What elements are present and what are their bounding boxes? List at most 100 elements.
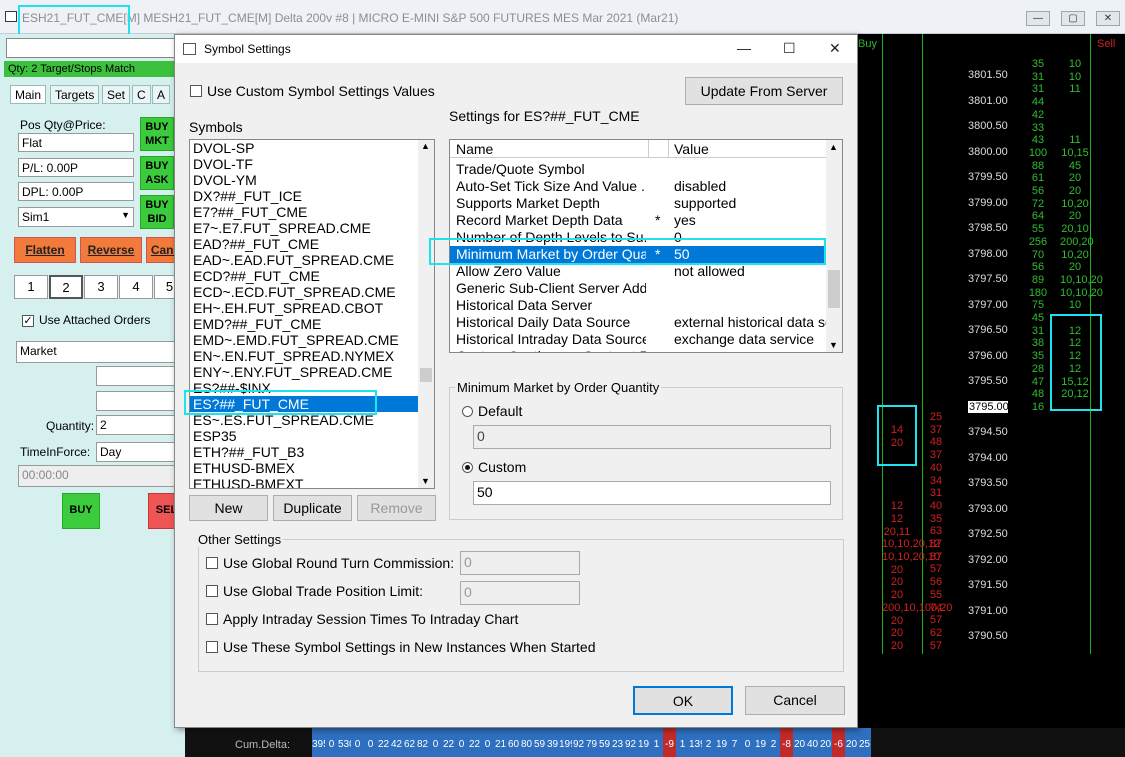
symbol-list-item[interactable]: ES~.ES.FUT_SPREAD.CME (190, 412, 434, 428)
tab-main[interactable]: Main (10, 85, 47, 104)
symbol-list-item[interactable]: EN~.EN.FUT_SPREAD.NYMEX (190, 348, 434, 364)
price-level[interactable]: 3797.50 (968, 273, 1008, 285)
default-value-field[interactable]: 0 (473, 425, 831, 449)
chevron-up-icon[interactable]: ▲ (829, 142, 838, 152)
price-level[interactable]: 3794.00 (968, 452, 1008, 464)
price-level[interactable]: 3793.00 (968, 503, 1008, 515)
settings-row[interactable]: Custom Continuous Contract R... (450, 348, 828, 352)
buy-ask-button[interactable]: BUY ASK (140, 156, 174, 190)
cancel-button[interactable]: Cancel (745, 686, 845, 715)
reverse-button[interactable]: Reverse (80, 237, 142, 263)
price-level[interactable]: 3793.50 (968, 477, 1008, 489)
price-level[interactable]: 3790.50 (968, 630, 1008, 642)
update-from-server-button[interactable]: Update From Server (685, 77, 843, 105)
settings-scrollbar[interactable]: ▲ ▼ (826, 140, 842, 352)
time-field[interactable]: 00:00:00 (18, 465, 185, 487)
global-limit-checkbox[interactable] (206, 585, 218, 597)
settings-grid[interactable]: Name Value Trade/Quote Symbol Auto-Set Ti… (449, 139, 843, 353)
scroll-thumb[interactable] (828, 270, 840, 308)
settings-row[interactable]: Auto-Set Tick Size And Value ... disabled (450, 178, 828, 195)
price-level[interactable]: 3801.00 (968, 95, 1008, 107)
symbol-list-item[interactable]: ESP35 (190, 428, 434, 444)
symbol-list-item[interactable]: EAD?##_FUT_CME (190, 236, 434, 252)
settings-row[interactable]: Historical Data Server (450, 297, 828, 314)
qty-preset-3[interactable]: 3 (84, 275, 118, 299)
price-level[interactable]: 3794.50 (968, 426, 1008, 438)
dialog-maximize-button[interactable]: ☐ (783, 40, 796, 57)
symbol-list-item[interactable]: EH~.EH.FUT_SPREAD.CBOT (190, 300, 434, 316)
order-type-select[interactable]: Market (16, 341, 185, 363)
symbol-list-item[interactable]: ETHUSD-BMEX (190, 460, 434, 476)
symbol-list-item[interactable]: ETHUSD-BMEXT (190, 476, 434, 488)
price-level[interactable]: 3799.50 (968, 171, 1008, 183)
price-level[interactable]: 3801.50 (968, 69, 1008, 81)
settings-row[interactable]: Allow Zero Value not allowed (450, 263, 828, 280)
tab-c[interactable]: C (132, 85, 151, 104)
chevron-down-icon[interactable]: ▼ (829, 340, 838, 350)
symbol-list-item[interactable]: EMD?##_FUT_CME (190, 316, 434, 332)
account-select[interactable]: Sim1 ▼ (18, 207, 134, 227)
price-level[interactable]: 3795.50 (968, 375, 1008, 387)
price-level[interactable]: 3791.50 (968, 579, 1008, 591)
price-field-2[interactable] (96, 391, 185, 411)
symbol-list-item[interactable]: E7~.E7.FUT_SPREAD.CME (190, 220, 434, 236)
settings-row[interactable]: Number of Depth Levels to Su... 0 (450, 229, 828, 246)
symbol-list-item[interactable]: DX?##_FUT_ICE (190, 188, 434, 204)
symbol-list-item[interactable]: ECD~.ECD.FUT_SPREAD.CME (190, 284, 434, 300)
buy-market-button[interactable]: BUY MKT (140, 117, 174, 151)
price-level[interactable]: 3792.00 (968, 554, 1008, 566)
settings-row[interactable]: Generic Sub-Client Server Add... (450, 280, 828, 297)
tab-set[interactable]: Set (102, 85, 131, 104)
tab-targets[interactable]: Targets (50, 85, 100, 104)
price-level[interactable]: 3796.00 (968, 350, 1008, 362)
price-level[interactable]: 3797.00 (968, 299, 1008, 311)
tif-select[interactable]: Day (96, 442, 185, 462)
qty-preset-4[interactable]: 4 (119, 275, 153, 299)
settings-row[interactable]: Historical Daily Data Source external his… (450, 314, 828, 331)
maximize-button[interactable]: ▢ (1061, 11, 1085, 26)
ok-button[interactable]: OK (633, 686, 733, 715)
symbol-list-item[interactable]: ENY~.ENY.FUT_SPREAD.CME (190, 364, 434, 380)
symbols-list[interactable]: DVOL-SP DVOL-TF DVOL-YM DX?##_FUT_ICE E7?##_… (189, 139, 435, 489)
price-level[interactable]: 3798.50 (968, 222, 1008, 234)
dialog-close-button[interactable]: ✕ (829, 40, 841, 57)
new-button[interactable]: New (189, 495, 268, 521)
chevron-up-icon[interactable]: ▲ (421, 141, 430, 151)
symbol-list-item[interactable]: ETH?##_FUT_B3 (190, 444, 434, 460)
price-level[interactable]: 3800.00 (968, 146, 1008, 158)
symbol-list-item[interactable]: ES?##_FUT_CME (190, 396, 434, 412)
duplicate-button[interactable]: Duplicate (273, 495, 352, 521)
global-limit-field[interactable]: 0 (460, 581, 580, 605)
settings-row[interactable]: Trade/Quote Symbol (450, 161, 828, 178)
new-instances-checkbox[interactable] (206, 641, 218, 653)
price-level[interactable]: 3795.00 (968, 400, 1009, 413)
price-level[interactable]: 3800.50 (968, 120, 1008, 132)
qty-preset-1[interactable]: 1 (14, 275, 48, 299)
symbol-list-item[interactable]: EMD~.EMD.FUT_SPREAD.CME (190, 332, 434, 348)
global-commission-checkbox[interactable] (206, 557, 218, 569)
flatten-button[interactable]: Flatten (14, 237, 76, 263)
buy-button[interactable]: BUY (62, 493, 100, 529)
symbol-list-item[interactable]: DVOL-SP (190, 140, 434, 156)
global-commission-field[interactable]: 0 (460, 551, 580, 575)
symbol-list-item[interactable]: DVOL-TF (190, 156, 434, 172)
settings-row[interactable]: Minimum Market by Order Qua... * 50 (450, 246, 828, 263)
scroll-thumb[interactable] (420, 368, 432, 382)
settings-row[interactable]: Historical Intraday Data Source exchange … (450, 331, 828, 348)
minimize-button[interactable]: — (1026, 11, 1050, 26)
symbol-list-item[interactable]: E7?##_FUT_CME (190, 204, 434, 220)
dialog-minimize-button[interactable]: — (737, 40, 751, 56)
price-level[interactable]: 3796.50 (968, 324, 1008, 336)
custom-radio[interactable] (462, 462, 473, 473)
settings-row[interactable]: Supports Market Depth supported (450, 195, 828, 212)
settings-row[interactable]: Record Market Depth Data * yes (450, 212, 828, 229)
chevron-down-icon[interactable]: ▼ (421, 476, 430, 486)
symbol-list-item[interactable]: DVOL-YM (190, 172, 434, 188)
use-attached-checkbox[interactable]: ✓ (22, 315, 34, 327)
qty-preset-2[interactable]: 2 (49, 275, 83, 299)
price-level[interactable]: 3791.00 (968, 605, 1008, 617)
price-field-1[interactable] (96, 366, 185, 386)
tab-a[interactable]: A (152, 85, 171, 104)
price-level[interactable]: 3799.00 (968, 197, 1008, 209)
remove-button[interactable]: Remove (357, 495, 436, 521)
